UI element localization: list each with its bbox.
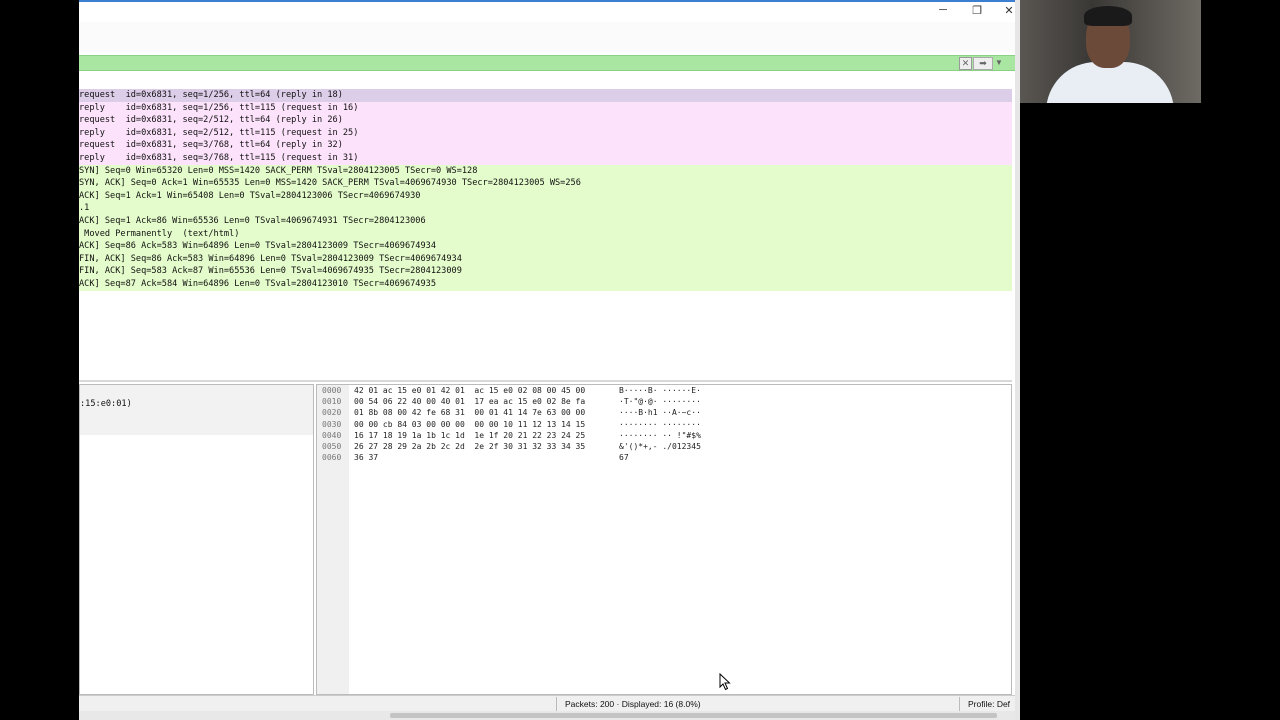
detail-row-selected[interactable]: :15:e0:01) <box>80 385 313 435</box>
packet-row[interactable]: FIN, ACK] Seq=86 Ack=583 Win=64896 Len=0… <box>79 252 1012 266</box>
ascii-line[interactable]: ········ ········ <box>619 419 701 430</box>
byte-offset: 0060 <box>322 453 342 463</box>
packet-row[interactable]: reply id=0x6831, seq=2/512, ttl=115 (req… <box>79 126 1012 140</box>
status-separator <box>959 697 960 711</box>
packet-row[interactable]: request id=0x6831, seq=1/256, ttl=64 (re… <box>79 89 1012 102</box>
hex-line[interactable]: 01 8b 08 00 42 fe 68 31 00 01 41 14 7e 6… <box>354 407 585 418</box>
byte-offset: 0020 <box>322 408 342 418</box>
status-bar: Packets: 200 · Displayed: 16 (8.0%) Prof… <box>79 695 1018 712</box>
ascii-line[interactable]: ····B·h1 ··A·~c·· <box>619 407 701 418</box>
packet-row[interactable]: SYN, ACK] Seq=0 Ack=1 Win=65535 Len=0 MS… <box>79 177 1012 190</box>
byte-offset: 0040 <box>322 430 342 440</box>
packet-row[interactable]: FIN, ACK] Seq=583 Ack=87 Win=65536 Len=0… <box>79 265 1012 278</box>
hex-line[interactable]: 00 00 cb 84 03 00 00 00 00 00 10 11 12 1… <box>354 419 585 430</box>
minimize-button[interactable]: ─ <box>935 4 951 16</box>
hex-bytes-column[interactable]: 42 01 ac 15 e0 01 42 01 ac 15 e0 02 08 0… <box>354 385 585 463</box>
toolbar <box>79 22 1018 52</box>
byte-offset: 0000 <box>322 386 342 395</box>
mouse-cursor-icon <box>719 673 731 691</box>
packet-details-pane[interactable]: :15:e0:01) <box>79 384 314 695</box>
vertical-scrollbar[interactable] <box>1015 0 1020 720</box>
hex-line[interactable]: 26 27 28 29 2a 2b 2c 2d 2e 2f 30 31 32 3… <box>354 441 585 452</box>
packet-bytes-pane[interactable]: 0000 0010 0020 0030 0040 0050 0060 42 01… <box>316 384 1012 695</box>
ascii-line[interactable]: ········ ·· !"#$% <box>619 430 701 441</box>
byte-offset: 0010 <box>322 397 342 407</box>
packet-row[interactable]: request id=0x6831, seq=2/512, ttl=64 (re… <box>79 114 1012 127</box>
ascii-line[interactable]: ·T·"@·@· ········ <box>619 396 701 407</box>
display-filter-input[interactable]: ✕ ➡ ▼ <box>79 55 1018 71</box>
profile-label[interactable]: Profile: Def <box>968 699 1010 709</box>
packets-count: Packets: 200 · Displayed: 16 (8.0%) <box>565 699 701 709</box>
clear-filter-icon[interactable]: ✕ <box>959 57 972 70</box>
ascii-line[interactable]: B·····B· ······E· <box>619 385 701 396</box>
ascii-line[interactable]: 67 <box>619 452 701 463</box>
ascii-line[interactable]: &'()*+,- ./012345 <box>619 441 701 452</box>
packet-row[interactable]: reply id=0x6831, seq=3/768, ttl=115 (req… <box>79 151 1012 165</box>
packet-row[interactable]: ACK] Seq=1 Ack=86 Win=65536 Len=0 TSval=… <box>79 214 1012 228</box>
packet-row[interactable]: Moved Permanently (text/html) <box>79 227 1012 241</box>
hex-line[interactable]: 42 01 ac 15 e0 01 42 01 ac 15 e0 02 08 0… <box>354 385 585 396</box>
hex-line[interactable]: 00 54 06 22 40 00 40 01 17 ea ac 15 e0 0… <box>354 396 585 407</box>
packet-row[interactable]: ACK] Seq=1 Ack=1 Win=65408 Len=0 TSval=2… <box>79 189 1012 203</box>
chevron-down-icon[interactable]: ▼ <box>995 57 1003 68</box>
ascii-column[interactable]: B·····B· ······E· ·T·"@·@· ········ ····… <box>619 385 701 463</box>
restore-button[interactable]: ❐ <box>969 4 985 17</box>
wireshark-window: ─ ❐ ✕ ✕ ➡ ▼ request id=0x6831, seq=1/256… <box>79 0 1018 720</box>
scrollbar-thumb[interactable] <box>390 713 997 718</box>
status-separator <box>556 697 557 711</box>
title-bar: ─ ❐ ✕ <box>79 0 1018 22</box>
horizontal-scrollbar[interactable] <box>79 711 1018 720</box>
packet-row[interactable]: .1 <box>79 202 1012 215</box>
packet-row[interactable]: request id=0x6831, seq=3/768, ttl=64 (re… <box>79 139 1012 152</box>
packet-list[interactable]: request id=0x6831, seq=1/256, ttl=64 (re… <box>79 89 1012 294</box>
byte-offset: 0030 <box>322 419 342 429</box>
packet-row[interactable]: SYN] Seq=0 Win=65320 Len=0 MSS=1420 SACK… <box>79 164 1012 178</box>
pane-splitter[interactable] <box>79 380 1012 382</box>
apply-filter-icon[interactable]: ➡ <box>973 57 993 70</box>
byte-offset: 0050 <box>322 441 342 451</box>
hex-line[interactable]: 36 37 <box>354 452 585 463</box>
detail-row-text: :15:e0:01) <box>80 399 132 409</box>
packet-row[interactable]: reply id=0x6831, seq=1/256, ttl=115 (req… <box>79 101 1012 115</box>
byte-offsets-column: 0000 0010 0020 0030 0040 0050 0060 <box>317 385 349 694</box>
hex-line[interactable]: 16 17 18 19 1a 1b 1c 1d 1e 1f 20 21 22 2… <box>354 430 585 441</box>
packet-row[interactable]: ACK] Seq=87 Ack=584 Win=64896 Len=0 TSva… <box>79 277 1012 291</box>
presenter-cap <box>1084 6 1132 26</box>
packet-row[interactable]: ACK] Seq=86 Ack=583 Win=64896 Len=0 TSva… <box>79 240 1012 253</box>
webcam-overlay <box>1020 0 1201 103</box>
